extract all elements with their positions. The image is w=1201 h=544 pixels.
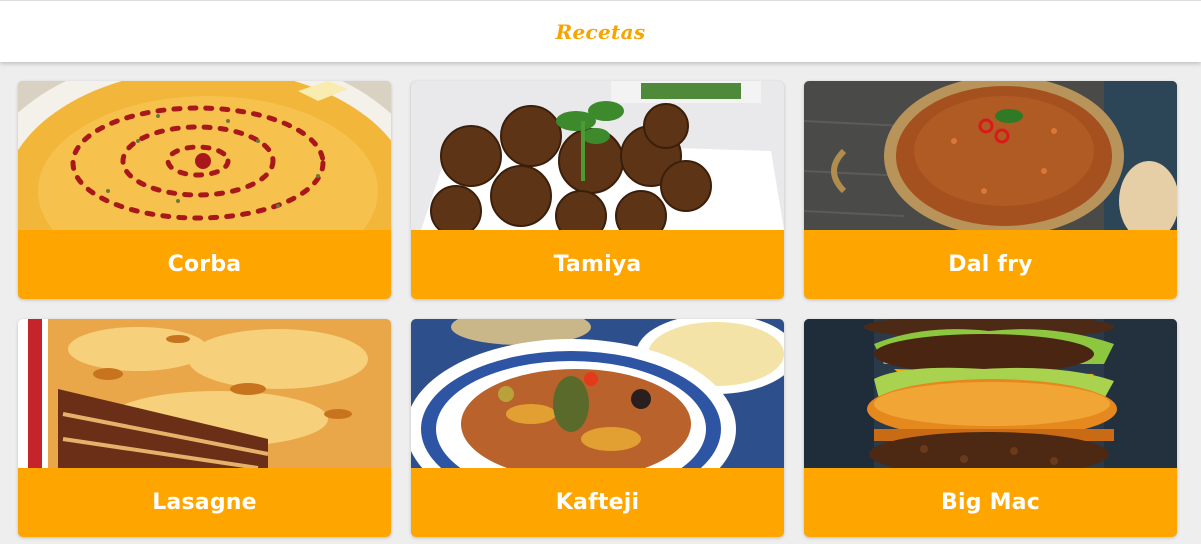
recipe-card-corba[interactable]: Corba (18, 81, 391, 299)
recipe-card-dal-fry[interactable]: Dal fry (804, 81, 1177, 299)
recipe-card-kafteji[interactable]: Kafteji (411, 319, 784, 537)
recipe-image-big-mac (804, 319, 1177, 468)
lentil-soup-photo (18, 81, 391, 230)
falafel-photo (411, 81, 784, 230)
recipe-grid: Corba Tamiya Dal fry Lasagne Kafteji Big… (18, 81, 1177, 537)
recipe-name: Corba (167, 252, 242, 277)
recipe-image-kafteji (411, 319, 784, 468)
recipe-image-lasagne (18, 319, 391, 468)
recipe-card-lasagne[interactable]: Lasagne (18, 319, 391, 537)
kafteji-photo (411, 319, 784, 468)
app-title: Recetas (555, 19, 646, 44)
recipe-name: Big Mac (941, 490, 1040, 515)
recipe-card-big-mac[interactable]: Big Mac (804, 319, 1177, 537)
dal-fry-photo (804, 81, 1177, 230)
recipe-name: Lasagne (152, 490, 257, 515)
lasagne-photo (18, 319, 391, 468)
burger-photo (804, 319, 1177, 468)
recipe-name: Kafteji (555, 490, 640, 515)
app-header: Recetas (0, 0, 1201, 62)
recipe-image-tamiya (411, 81, 784, 230)
recipe-image-corba (18, 81, 391, 230)
recipe-card-tamiya[interactable]: Tamiya (411, 81, 784, 299)
recipe-name: Dal fry (948, 252, 1033, 277)
recipe-image-dal-fry (804, 81, 1177, 230)
recipe-name: Tamiya (553, 252, 642, 277)
